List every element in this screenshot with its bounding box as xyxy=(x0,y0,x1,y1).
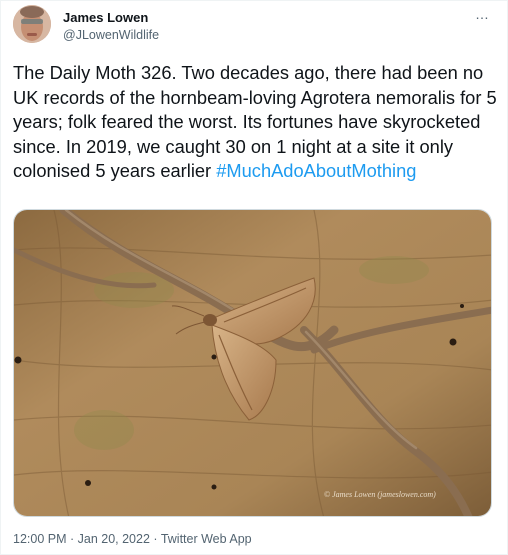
tweet-card: James Lowen @JLowenWildlife … The Daily … xyxy=(0,0,508,555)
tweet-date[interactable]: Jan 20, 2022 xyxy=(78,532,150,546)
meta-separator: · xyxy=(149,532,161,546)
avatar[interactable] xyxy=(13,5,51,43)
tweet-source[interactable]: Twitter Web App xyxy=(161,532,252,546)
tweet-text: The Daily Moth 326. Two decades ago, the… xyxy=(13,61,499,184)
moth-photo: © James Lowen (jameslowen.com) xyxy=(14,210,491,516)
tweet-meta: 12:00 PM · Jan 20, 2022 · Twitter Web Ap… xyxy=(13,532,252,546)
meta-separator: · xyxy=(66,532,78,546)
author-handle[interactable]: @JLowenWildlife xyxy=(63,28,159,42)
hashtag-link[interactable]: #MuchAdoAboutMothing xyxy=(216,160,416,181)
photo-watermark: © James Lowen (jameslowen.com) xyxy=(324,490,436,499)
tweet-time[interactable]: 12:00 PM xyxy=(13,532,67,546)
author-name[interactable]: James Lowen xyxy=(63,10,148,25)
tweet-photo[interactable]: © James Lowen (jameslowen.com) xyxy=(13,209,492,517)
more-options-icon[interactable]: … xyxy=(475,6,490,22)
avatar-image xyxy=(13,5,51,43)
